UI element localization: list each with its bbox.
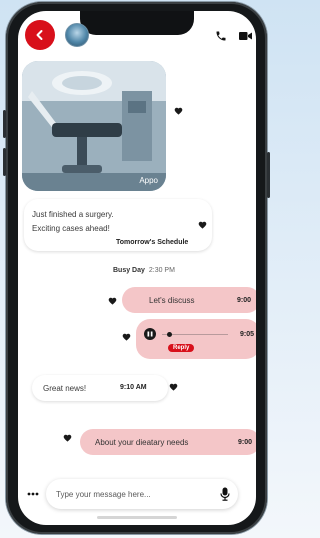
date-divider: Busy Day 2:30 PM [113,267,175,274]
message-text: Let's discuss [149,296,195,305]
audio-progress-track[interactable] [162,334,228,335]
chat-screen: Appo Just finished a surgery. Exciting c… [18,11,256,525]
phone-icon [216,31,226,41]
image-caption: Appo [139,176,158,185]
more-dots-icon [27,492,39,496]
pause-icon [147,331,153,337]
microphone-icon [220,487,230,501]
like-heart-icon[interactable] [169,383,178,391]
like-heart-icon[interactable] [108,297,117,305]
schedule-link[interactable]: Tomorrow's Schedule [116,236,188,249]
divider-label: Busy Day [113,267,145,274]
message-text: Great news! [43,384,87,393]
phone-notch [80,11,194,35]
message-time: 9:00 [238,439,253,446]
message-time: 9:05 [240,331,255,338]
message-text: About your dieatary needs [95,438,189,447]
video-call-button[interactable] [238,29,252,43]
back-button[interactable] [25,20,55,50]
message-time: 9:00 [237,297,252,304]
call-button[interactable] [214,29,228,43]
message-time: 9:10 AM [120,384,147,391]
phone-side-button [3,110,6,138]
voice-message-bubble[interactable] [136,319,256,359]
divider-time: 2:30 PM [148,267,175,274]
audio-progress-knob[interactable] [166,332,172,337]
message-text: Just finished a surgery. [32,210,114,219]
operating-room-photo [22,61,166,191]
more-options-button[interactable] [26,489,40,499]
phone-side-button [267,152,270,198]
like-heart-icon[interactable] [174,107,183,115]
like-heart-icon[interactable] [198,221,207,229]
home-indicator [97,516,177,519]
like-heart-icon[interactable] [122,333,131,341]
phone-frame: Appo Just finished a surgery. Exciting c… [3,2,270,534]
contact-avatar[interactable] [65,23,89,47]
play-button[interactable] [144,328,156,340]
back-arrow-icon [36,30,43,40]
message-input[interactable] [56,486,206,502]
image-message[interactable]: Appo [22,61,166,191]
reply-button[interactable]: Reply [168,344,195,352]
video-camera-icon [238,32,252,40]
phone-side-button [3,148,6,176]
message-input-container [46,479,238,509]
message-text: Exciting cases ahead! [32,224,110,233]
voice-record-button[interactable] [218,486,232,502]
like-heart-icon[interactable] [63,434,72,442]
